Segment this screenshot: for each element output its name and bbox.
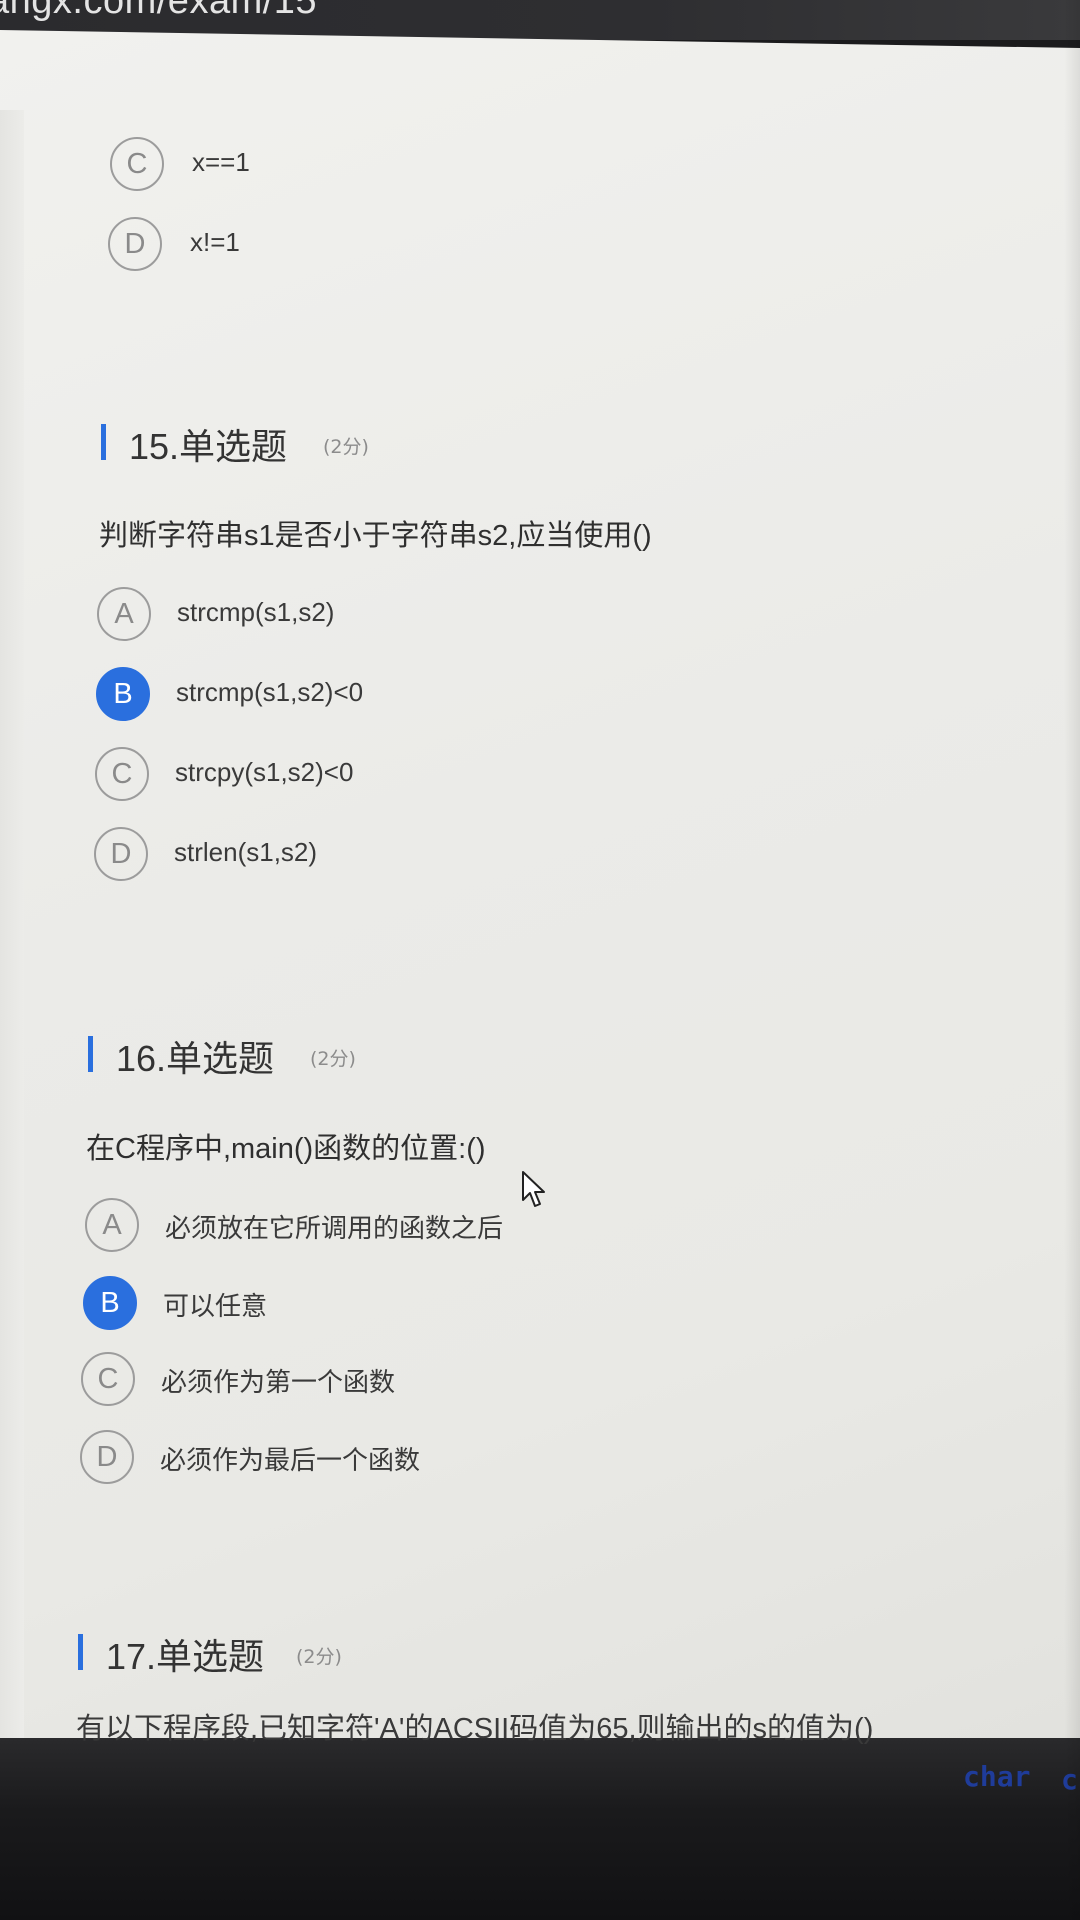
option-text: 必须放在它所调用的函数之后: [165, 1213, 504, 1243]
option-text: strcmp(s1,s2)<0: [176, 677, 364, 707]
option-letter-circle[interactable]: D: [80, 1430, 134, 1484]
option-letter-circle[interactable]: A: [97, 587, 151, 641]
mouse-cursor-icon: [522, 1171, 545, 1207]
q17-code-token: char: [963, 1760, 1031, 1793]
option-text: 必须作为最后一个函数: [160, 1445, 421, 1475]
option-text: 可以任意: [163, 1291, 268, 1321]
option-letter-circle[interactable]: A: [85, 1198, 139, 1252]
q16-question-text: 在C程序中,main()函数的位置:(): [86, 1133, 486, 1165]
option-text: 必须作为第一个函数: [161, 1367, 396, 1397]
photo-frame: angx.com/exam/15 C x==1 D x!=1 15.单选题 (2…: [0, 0, 1080, 1920]
screen-edge-shade: [1064, 0, 1080, 1920]
question-accent-bar: [78, 1634, 83, 1670]
question-title: 15.单选题: [129, 426, 288, 467]
option-letter-circle[interactable]: C: [81, 1352, 135, 1406]
question-accent-bar: [88, 1036, 93, 1072]
q17-question-text: 有以下程序段,已知字符'A'的ACSII码值为65,则输出的s的值为(): [76, 1713, 874, 1745]
question-title: 16.单选题: [116, 1038, 275, 1079]
exam-page: [0, 30, 1080, 1740]
question-score: (2分): [323, 436, 369, 458]
option-text: x==1: [192, 147, 250, 177]
question-score: (2分): [310, 1048, 356, 1070]
option-letter-circle[interactable]: C: [110, 137, 164, 191]
option-letter-circle-selected[interactable]: B: [83, 1276, 137, 1330]
url-text: angx.com/exam/15: [0, 0, 318, 22]
q15-question-text: 判断字符串s1是否小于字符串s2,应当使用(): [99, 520, 652, 552]
option-letter-circle[interactable]: C: [95, 747, 149, 801]
question-accent-bar: [101, 424, 106, 460]
option-letter-circle-selected[interactable]: B: [96, 667, 150, 721]
option-text: strcmp(s1,s2): [177, 597, 335, 627]
option-text: strlen(s1,s2): [174, 837, 318, 867]
option-text: x!=1: [190, 227, 240, 257]
question-score: (2分): [296, 1646, 342, 1668]
page-left-margin: [0, 110, 24, 1740]
option-letter-circle[interactable]: D: [94, 827, 148, 881]
option-text: strcpy(s1,s2)<0: [175, 757, 354, 787]
option-letter-circle[interactable]: D: [108, 217, 162, 271]
photo-bottom-dark-area: [0, 1738, 1080, 1920]
question-title: 17.单选题: [106, 1636, 265, 1677]
